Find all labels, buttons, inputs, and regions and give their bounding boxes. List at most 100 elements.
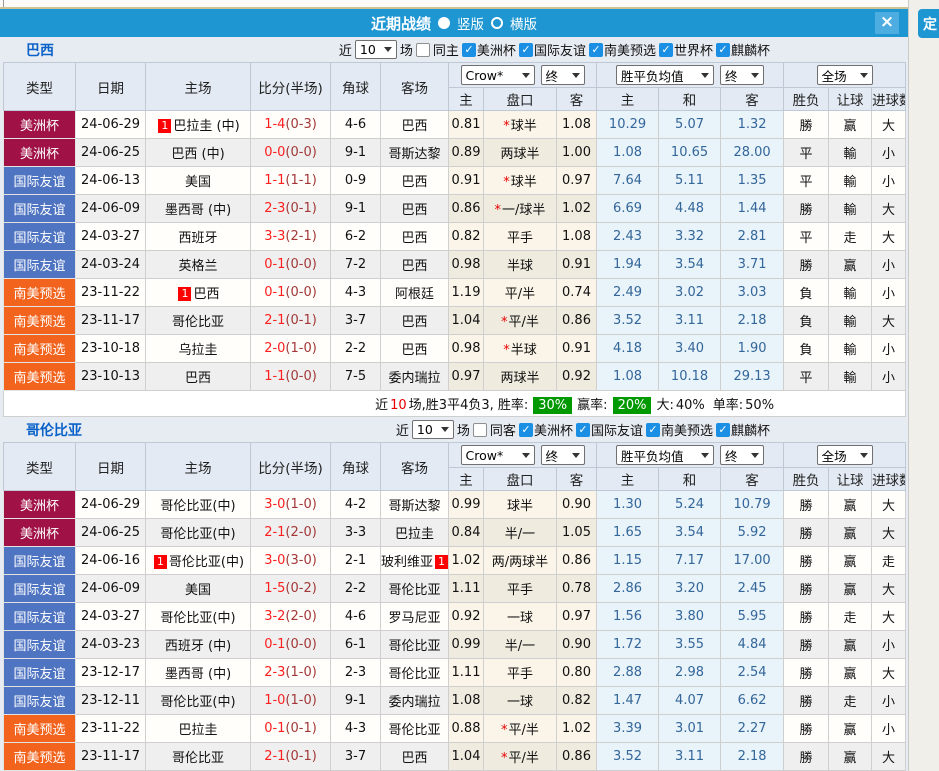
scope-select[interactable]: 全场 xyxy=(816,445,873,465)
asian-away-odds-cell: 0.78 xyxy=(555,574,598,603)
home-team-cell: 哥伦比亚(中) xyxy=(145,686,251,715)
vertical-view-label[interactable]: 竖版 xyxy=(457,13,484,33)
competition-cell: 国际友谊 xyxy=(3,686,76,715)
cup-filter[interactable]: ✓ 麒麟杯 xyxy=(715,40,770,59)
odds-type-select[interactable]: 胜平负均值 xyxy=(616,445,715,465)
asian-home-odds-cell: 0.92 xyxy=(448,602,484,631)
vertical-radio-selected-icon[interactable] xyxy=(438,17,450,29)
euro-away-odds-cell: 3.03 xyxy=(720,278,785,307)
checkbox-checked-icon[interactable]: ✓ xyxy=(658,42,673,57)
competition-cell: 南美预选 xyxy=(3,278,76,307)
odds-period-select[interactable]: 终 xyxy=(720,445,765,465)
match-row: 南美预选 23-11-17 哥伦比亚 2-1(0-1) 3-7 巴西 1.04 *平/半 0.8… xyxy=(3,306,907,335)
book-period-select[interactable]: 终 xyxy=(540,65,585,85)
euro-draw-odds-cell: 3.02 xyxy=(658,278,722,307)
euro-draw-odds-cell: 5.11 xyxy=(658,166,722,195)
corners-cell: 4-2 xyxy=(330,490,381,519)
cup-filter[interactable]: ✓ 南美预选 xyxy=(645,420,713,439)
score-cell: 3-3(2-1) xyxy=(250,222,331,251)
asian-away-odds-cell: 1.00 xyxy=(555,138,598,167)
column-header: 客场 xyxy=(380,442,449,491)
cup-label: 国际友谊 xyxy=(533,44,586,59)
euro-away-odds-cell: 1.32 xyxy=(720,110,785,139)
euro-away-odds-cell: 1.35 xyxy=(720,166,785,195)
checkbox-checked-icon[interactable]: ✓ xyxy=(461,42,476,57)
away-team-cell: 巴西 xyxy=(380,306,449,335)
score-cell: 1-5(0-2) xyxy=(250,574,331,603)
score-cell: 3-2(2-0) xyxy=(250,602,331,631)
goals-result-cell: 小 xyxy=(871,166,907,195)
checkbox-checked-icon[interactable]: ✓ xyxy=(518,42,533,57)
cup-filter[interactable]: ✓ 美洲杯 xyxy=(518,420,573,439)
match-row: 南美预选 23-10-18 乌拉圭 2-0(1-0) 2-2 巴西 0.98 *半球 0.91 4… xyxy=(3,334,907,363)
handicap-cell: 一球 xyxy=(483,686,557,715)
checkbox-checked-icon[interactable]: ✓ xyxy=(518,422,533,437)
handicap-cell: *平/半 xyxy=(483,742,557,771)
checkbox-checked-icon[interactable]: ✓ xyxy=(575,422,590,437)
match-row: 国际友谊 24-06-13 美国 1-1(1-1) 0-9 巴西 0.91 *球半 0.97 7.… xyxy=(3,166,907,195)
checkbox-checked-icon[interactable]: ✓ xyxy=(588,42,603,57)
match-row: 美洲杯 24-06-25 巴西 (中) 0-0(0-0) 9-1 哥斯达黎 0.89 两球半 1… xyxy=(3,138,907,167)
cup-filter[interactable]: ✓ 国际友谊 xyxy=(518,40,586,59)
results-table: 类型 日期 主场 比分(半场) 角球 客场 Crow* 终胜平负均值终全场主盘口客主和客胜负让… xyxy=(2,62,907,417)
horizontal-view-label[interactable]: 横版 xyxy=(510,13,537,33)
panel-titlebar: 近期战绩 竖版 横版 × xyxy=(0,9,908,37)
corners-cell: 2-1 xyxy=(330,546,381,575)
date-cell: 23-10-13 xyxy=(75,362,146,391)
same-venue-checkbox[interactable] xyxy=(472,422,487,437)
home-team-cell: 英格兰 xyxy=(145,250,251,279)
select-caret-icon xyxy=(383,47,392,52)
competition-cell: 国际友谊 xyxy=(3,602,76,631)
asian-away-odds-cell: 0.86 xyxy=(555,742,598,771)
cup-filter[interactable]: ✓ 南美预选 xyxy=(588,40,656,59)
horizontal-radio-icon[interactable] xyxy=(491,17,503,29)
match-row: 国际友谊 24-03-27 西班牙 3-3(2-1) 6-2 巴西 0.82 平手 1.08 2.… xyxy=(3,222,907,251)
side-button[interactable]: 定 xyxy=(918,9,939,38)
result-cell: 平 xyxy=(783,166,830,195)
column-subheader: 进球数 xyxy=(871,87,907,111)
cup-filter[interactable]: ✓ 国际友谊 xyxy=(575,420,643,439)
match-row: 国际友谊 24-03-24 英格兰 0-1(0-0) 7-2 巴西 0.98 半球 0.91 1.… xyxy=(3,250,907,279)
match-row: 美洲杯 24-06-25 哥伦比亚(中) 2-1(2-0) 3-3 巴拉圭 0.84 半/一 1… xyxy=(3,518,907,547)
checkbox-checked-icon[interactable]: ✓ xyxy=(715,422,730,437)
close-icon[interactable]: × xyxy=(875,12,899,34)
summary-count: 10 xyxy=(390,398,407,413)
score-cell: 0-1(0-1) xyxy=(250,714,331,743)
competition-cell: 国际友谊 xyxy=(3,194,76,223)
cup-filter[interactable]: ✓ 美洲杯 xyxy=(461,40,516,59)
match-count-select[interactable]: 10 xyxy=(354,40,397,59)
date-cell: 24-03-27 xyxy=(75,602,146,631)
competition-cell: 国际友谊 xyxy=(3,166,76,195)
same-venue-checkbox[interactable] xyxy=(415,42,430,57)
euro-home-odds-cell: 1.15 xyxy=(596,546,660,575)
away-team-cell: 哥伦比亚 xyxy=(380,630,449,659)
away-team-cell: 巴西 xyxy=(380,110,449,139)
book-period-select[interactable]: 终 xyxy=(540,445,585,465)
bookmaker-select[interactable]: Crow* xyxy=(460,65,535,85)
away-team-cell: 巴西 xyxy=(380,250,449,279)
handicap-cell: *半球 xyxy=(483,334,557,363)
star-icon: * xyxy=(503,343,510,358)
odds-period-select[interactable]: 终 xyxy=(720,65,765,85)
goals-result-cell: 小 xyxy=(871,250,907,279)
bookmaker-select[interactable]: Crow* xyxy=(460,445,535,465)
asian-home-odds-cell: 0.84 xyxy=(448,518,484,547)
big-label: 大: xyxy=(656,398,674,413)
column-header: 角球 xyxy=(330,442,381,491)
odds-type-select[interactable]: 胜平负均值 xyxy=(616,65,715,85)
asian-away-odds-cell: 0.80 xyxy=(555,658,598,687)
checkbox-checked-icon[interactable]: ✓ xyxy=(645,422,660,437)
euro-away-odds-cell: 3.71 xyxy=(720,250,785,279)
handicap-cell: 球半 xyxy=(483,490,557,519)
select-caret-icon xyxy=(521,72,530,78)
checkbox-checked-icon[interactable]: ✓ xyxy=(715,42,730,57)
scope-select[interactable]: 全场 xyxy=(816,65,873,85)
euro-away-odds-cell: 6.62 xyxy=(720,686,785,715)
match-row: 美洲杯 24-06-29 1 巴拉圭 (中) 1-4(0-3) 4-6 巴西 0.81 *球半 1… xyxy=(3,110,907,139)
away-team-cell: 哥伦比亚 xyxy=(380,714,449,743)
cup-filter[interactable]: ✓ 麒麟杯 xyxy=(715,420,770,439)
match-count-select[interactable]: 10 xyxy=(411,420,454,439)
column-subheader: 主 xyxy=(596,87,660,111)
competition-cell: 南美预选 xyxy=(3,306,76,335)
cup-filter[interactable]: ✓ 世界杯 xyxy=(658,40,713,59)
